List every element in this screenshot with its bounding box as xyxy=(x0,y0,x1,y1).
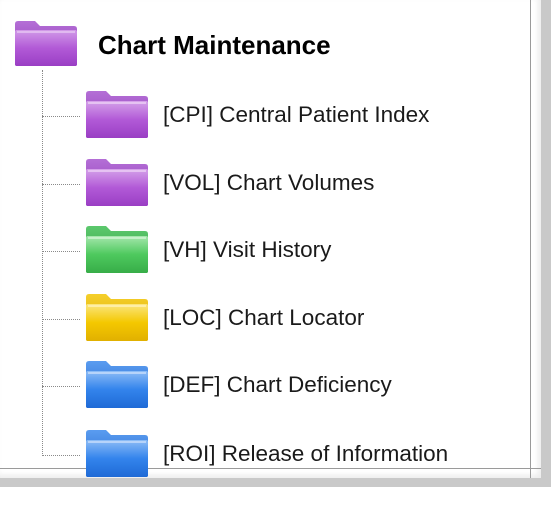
tree-item-label[interactable]: [VH] Visit History xyxy=(163,236,331,264)
folder-icon xyxy=(84,291,150,348)
folder-icon xyxy=(84,427,150,484)
tree-item-label[interactable]: [LOC] Chart Locator xyxy=(163,304,364,332)
tree-branch-line xyxy=(42,251,80,252)
tree-branch-line xyxy=(42,386,80,387)
tree-item-label[interactable]: [ROI] Release of Information xyxy=(163,440,448,468)
tree-item-label[interactable]: [DEF] Chart Deficiency xyxy=(163,371,392,399)
tree-branch-line xyxy=(42,116,80,117)
tree-panel: Chart Maintenance [CPI] Central Patient … xyxy=(0,0,551,487)
tree-item-label[interactable]: [CPI] Central Patient Index xyxy=(163,101,429,129)
tree-branch-line xyxy=(42,319,80,320)
folder-icon xyxy=(84,88,150,145)
folder-icon xyxy=(84,358,150,415)
folder-icon xyxy=(84,156,150,213)
tree-root-label[interactable]: Chart Maintenance xyxy=(98,28,331,62)
tree-item-label[interactable]: [VOL] Chart Volumes xyxy=(163,169,374,197)
tree-branch-line xyxy=(42,455,80,456)
folder-icon xyxy=(84,223,150,280)
tree-item-roi[interactable]: [ROI] Release of Information xyxy=(42,430,512,515)
folder-icon xyxy=(13,18,79,73)
tree-branch-line xyxy=(42,184,80,185)
panel-edge-right xyxy=(530,0,531,478)
